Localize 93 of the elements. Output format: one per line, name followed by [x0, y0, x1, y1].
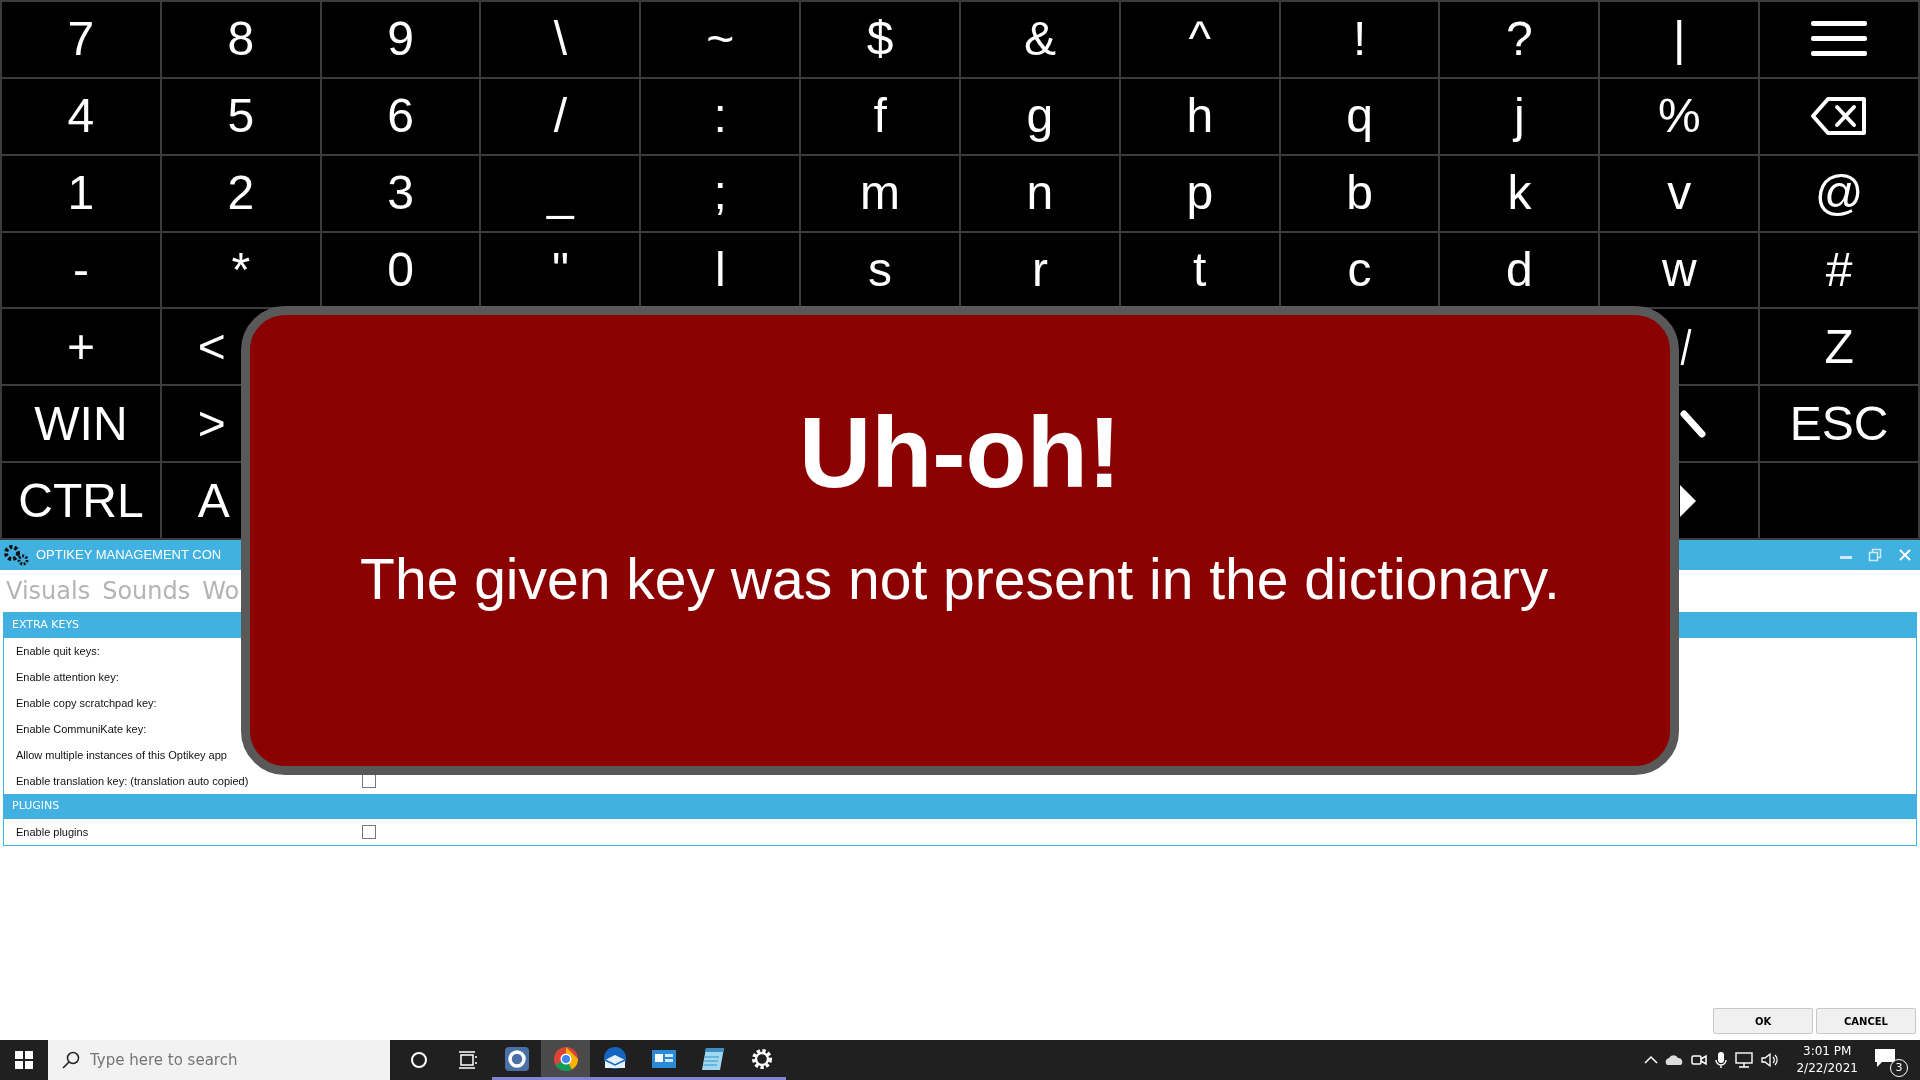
keyboard-key[interactable]: n: [961, 155, 1119, 231]
setting-label: Enable attention key:: [15, 669, 120, 685]
keyboard-key[interactable]: t: [1120, 232, 1279, 308]
keyboard-key[interactable]: 9: [321, 2, 480, 77]
cloud-icon: [1664, 1054, 1685, 1066]
keyboard-key[interactable]: ESC: [1760, 386, 1918, 462]
keyboard-key[interactable]: l: [641, 232, 800, 308]
cancel-button[interactable]: CANCEL: [1816, 1008, 1916, 1034]
keyboard-key[interactable]: :: [641, 78, 800, 154]
setting-label: Enable plugins: [15, 824, 90, 840]
close-icon: [1898, 548, 1912, 562]
task-view-icon: [457, 1051, 478, 1069]
keyboard-key[interactable]: 3: [321, 155, 480, 231]
keyboard-key[interactable]: *: [161, 232, 320, 308]
keyboard-key[interactable]: v: [1600, 155, 1759, 231]
clock-time: 3:01 PM: [1802, 1042, 1853, 1060]
keyboard-key[interactable]: h: [1120, 78, 1279, 154]
speaker-icon: [1760, 1051, 1781, 1069]
keyboard-key[interactable]: d: [1440, 232, 1599, 308]
keyboard-key[interactable]: 8: [161, 2, 320, 77]
window-title: OPTIKEY MANAGEMENT CON: [36, 546, 222, 565]
keyboard-key[interactable]: ?: [1440, 2, 1599, 77]
triangle-icon: [1680, 484, 1697, 517]
microphone-icon: [1714, 1051, 1729, 1069]
menu-key[interactable]: [1760, 2, 1918, 77]
error-title: Uh-oh!: [798, 397, 1122, 507]
backspace-icon: [1810, 96, 1869, 137]
ring-app-icon: [503, 1045, 530, 1072]
gears-icon: [2, 543, 30, 567]
keyboard-key[interactable]: !: [1280, 2, 1439, 77]
message-icon: [1874, 1047, 1896, 1068]
keyboard-key[interactable]: 7: [2, 2, 160, 77]
mail-icon: [601, 1045, 628, 1072]
keyboard-key[interactable]: ~: [641, 2, 800, 77]
keyboard-key[interactable]: Z: [1760, 309, 1918, 385]
checkbox[interactable]: [362, 825, 376, 839]
keyboard-key[interactable]: 2: [161, 155, 320, 231]
keyboard-key[interactable]: #: [1760, 232, 1918, 308]
setting-label: Enable quit keys:: [15, 643, 101, 659]
keyboard-key[interactable]: /: [481, 78, 640, 154]
setting-label: Allow multiple instances of this Optikey app: [15, 747, 228, 763]
setting-label: Enable translation key: (translation auto copied): [15, 773, 250, 789]
diagonal-line-icon: [1680, 409, 1707, 438]
keyboard-key[interactable]: 1: [2, 155, 160, 231]
notepad-icon: [699, 1045, 726, 1072]
circle-icon: [409, 1051, 428, 1069]
section-header: PLUGINS: [4, 794, 1916, 819]
keyboard-key[interactable]: -: [2, 232, 160, 308]
keyboard-key[interactable]: f: [801, 78, 959, 154]
minimize-icon: [1840, 556, 1852, 559]
keyboard-key[interactable]: 0: [321, 232, 480, 308]
network-icon: [1734, 1051, 1755, 1069]
setting-label: Enable copy scratchpad key:: [15, 695, 158, 711]
setting-label: Enable CommuniKate key:: [15, 721, 148, 737]
keyboard-key[interactable]: b: [1280, 155, 1439, 231]
windows-icon: [15, 1051, 33, 1069]
keyboard-key[interactable]: CTRL: [2, 463, 160, 538]
slash-icon: [1680, 327, 1693, 366]
backspace-key[interactable]: [1760, 78, 1918, 154]
keyboard-key[interactable]: k: [1440, 155, 1599, 231]
keyboard-key[interactable]: j: [1440, 78, 1599, 154]
keyboard-key[interactable]: @: [1760, 155, 1918, 231]
clock-date: 2/22/2021: [1796, 1060, 1858, 1077]
ok-button[interactable]: OK: [1713, 1008, 1813, 1034]
keyboard-key[interactable]: $: [801, 2, 959, 77]
keyboard-key[interactable]: g: [961, 78, 1119, 154]
keyboard-key[interactable]: 5: [161, 78, 320, 154]
keyboard-key[interactable]: ": [481, 232, 640, 308]
keyboard-key[interactable]: ^: [1120, 2, 1279, 77]
keyboard-key[interactable]: w: [1600, 232, 1759, 308]
search-field[interactable]: Type here to search: [48, 1040, 390, 1080]
keyboard-key[interactable]: ;: [641, 155, 800, 231]
keyboard-key[interactable]: 4: [2, 78, 160, 154]
keyboard-key[interactable]: c: [1280, 232, 1439, 308]
keyboard-key[interactable]: +: [2, 309, 160, 385]
keyboard-key[interactable]: r: [961, 232, 1119, 308]
keyboard-key[interactable]: m: [801, 155, 959, 231]
keyboard-key[interactable]: |: [1600, 2, 1759, 77]
keyboard-key[interactable]: %: [1600, 78, 1759, 154]
error-message: The given key was not present in the dictionary.: [360, 546, 1560, 613]
browser-icon: [552, 1045, 579, 1072]
keyboard-key[interactable]: q: [1280, 78, 1439, 154]
keyboard-key[interactable]: &: [961, 2, 1119, 77]
keyboard-key[interactable]: \: [481, 2, 640, 77]
keyboard-key[interactable]: p: [1120, 155, 1279, 231]
keyboard-key[interactable]: _: [481, 155, 640, 231]
search-icon: [62, 1051, 80, 1069]
notification-badge: 3: [1890, 1059, 1908, 1077]
keyboard-key[interactable]: s: [801, 232, 959, 308]
keyboard-key[interactable]: 6: [321, 78, 480, 154]
chevron-up-icon: [1644, 1055, 1659, 1065]
restore-icon: [1868, 548, 1882, 562]
keyboard-key[interactable]: WIN: [2, 386, 160, 462]
